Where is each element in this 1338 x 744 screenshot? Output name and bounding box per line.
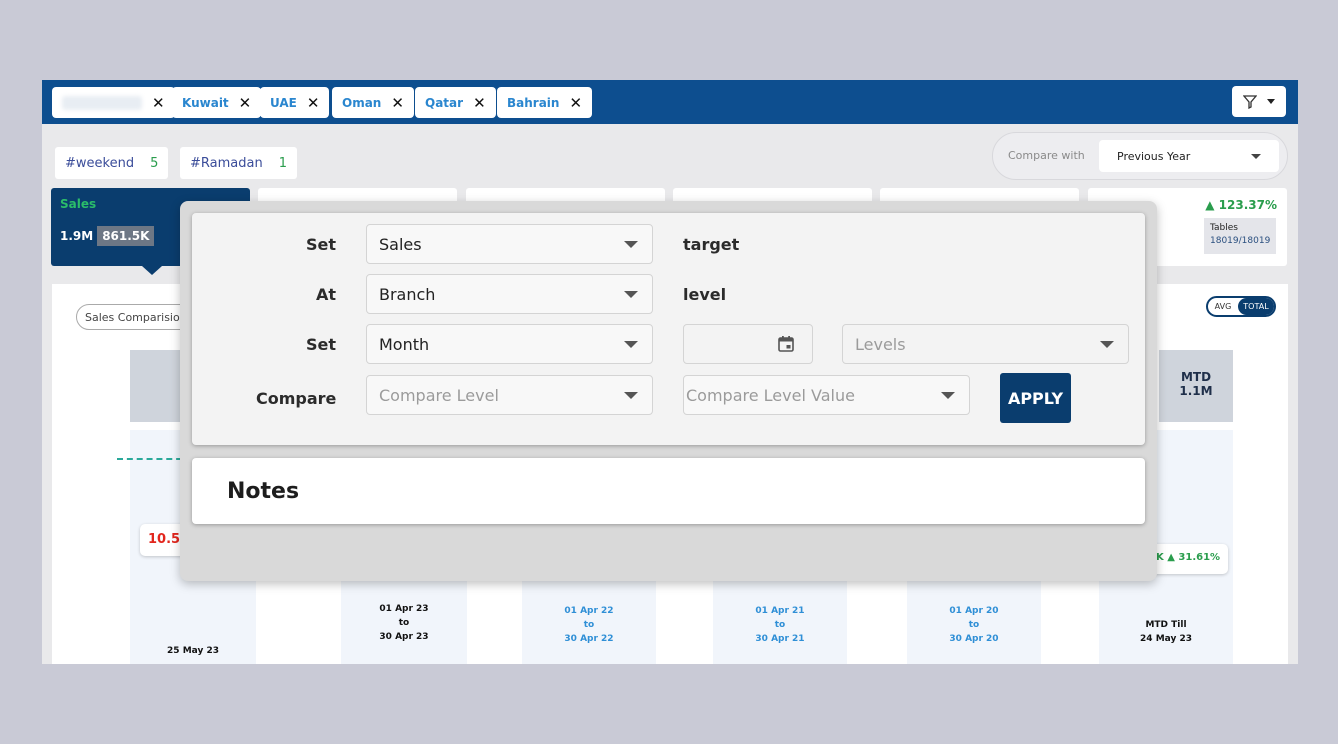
caret-down-icon	[624, 291, 638, 298]
filter-chip[interactable]: Kuwait ✕	[172, 87, 262, 118]
level-select[interactable]: Branch	[366, 274, 653, 314]
date-range: 01 Apr 20 to 30 Apr 20	[949, 606, 999, 644]
filter-chip[interactable]: Bahrain ✕	[497, 87, 593, 118]
redacted-label	[62, 95, 142, 110]
compare-with: Compare with Previous Year	[992, 132, 1288, 180]
caret-down-icon	[624, 241, 638, 248]
calendar-icon[interactable]	[777, 335, 795, 353]
remove-icon[interactable]: ✕	[569, 94, 582, 112]
caret-down-icon	[624, 341, 638, 348]
tables-box: Tables 18019/18019	[1204, 218, 1276, 254]
filter-bar: ✕ Kuwait ✕ UAE ✕ Oman ✕ Qatar ✕ Bahrain ✕	[42, 80, 1298, 124]
date-range: MTD Till 24 May 23	[1140, 620, 1192, 644]
remove-icon[interactable]: ✕	[473, 94, 486, 112]
remove-icon[interactable]: ✕	[307, 94, 320, 112]
caret-down-icon	[1251, 154, 1261, 159]
tag-ramadan[interactable]: #Ramadan 1	[180, 147, 297, 179]
date-range: 25 May 23	[167, 646, 219, 656]
metric-select[interactable]: Sales	[366, 224, 653, 264]
filter-chip-hidden[interactable]: ✕	[52, 87, 175, 118]
sales-comparision-label: Sales Comparision	[76, 304, 196, 330]
tag-weekend[interactable]: #weekend 5	[55, 147, 169, 179]
filter-chip[interactable]: Qatar ✕	[415, 87, 496, 118]
compare-level-value-select[interactable]: Compare Level Value	[683, 375, 970, 415]
remove-icon[interactable]: ✕	[391, 94, 404, 112]
remove-icon[interactable]: ✕	[152, 94, 165, 112]
notes-section[interactable]: Notes	[192, 458, 1145, 524]
period-select[interactable]: Month	[366, 324, 653, 364]
levels-select[interactable]: Levels	[842, 324, 1129, 364]
date-range: 01 Apr 21 to 30 Apr 21	[755, 606, 805, 644]
filter-icon	[1243, 94, 1257, 109]
kpi-change: ▲ 123.37%	[1205, 198, 1277, 212]
set-target-modal: Set Sales target At Branch level Set Mon…	[180, 201, 1157, 581]
notes-heading: Notes	[227, 479, 300, 504]
kpi-values: 1.9M 861.5K	[60, 226, 155, 246]
filter-chip[interactable]: Oman ✕	[332, 87, 414, 118]
active-kpi-pointer	[142, 266, 162, 275]
filter-dropdown-button[interactable]	[1232, 86, 1286, 117]
date-range: 01 Apr 23 to 30 Apr 23	[379, 604, 429, 642]
change-badge: K ▲ 31.61%	[1148, 544, 1229, 574]
avg-total-toggle[interactable]: AVG TOTAL	[1206, 296, 1276, 317]
date-range: 01 Apr 22 to 30 Apr 22	[564, 606, 614, 644]
caret-down-icon	[624, 392, 638, 399]
remove-icon[interactable]: ✕	[239, 94, 252, 112]
filter-chip[interactable]: UAE ✕	[260, 87, 330, 118]
caret-down-icon	[1100, 341, 1114, 348]
compare-level-select[interactable]: Compare Level	[366, 375, 653, 415]
chevron-down-icon	[1267, 99, 1275, 104]
compare-select[interactable]: Previous Year	[1099, 140, 1279, 172]
apply-button[interactable]: APPLY	[1000, 373, 1071, 423]
date-picker[interactable]	[683, 324, 813, 364]
caret-down-icon	[941, 392, 955, 399]
column-header-mtd: MTD 1.1M	[1159, 350, 1233, 422]
target-form: Set Sales target At Branch level Set Mon…	[192, 213, 1145, 445]
